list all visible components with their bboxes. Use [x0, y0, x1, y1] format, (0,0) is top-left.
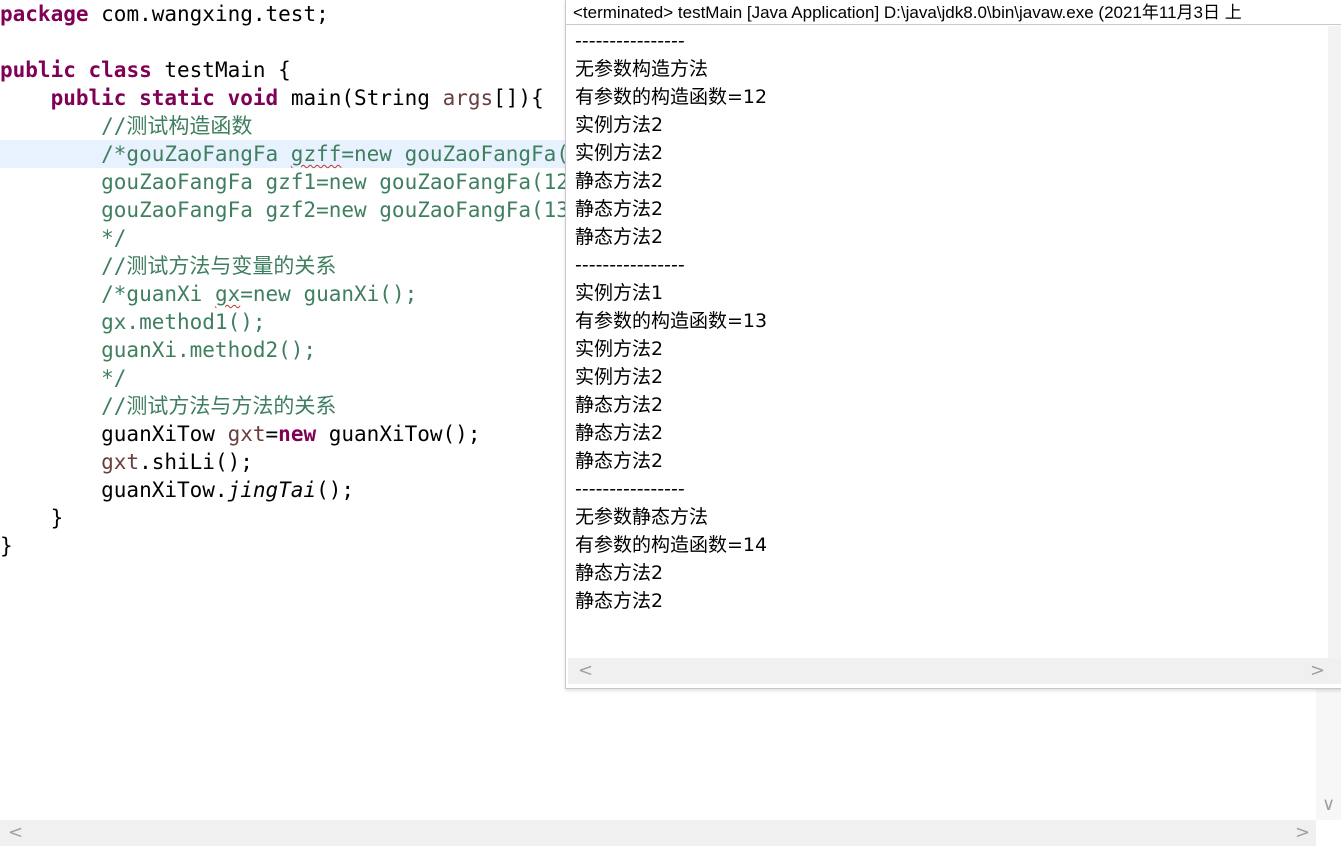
scroll-right-icon[interactable]: >: [1310, 658, 1325, 684]
code-token: //测试构造函数: [0, 114, 253, 138]
console-line: 静态方法2: [575, 226, 664, 248]
code-token: class: [88, 58, 152, 82]
console-output[interactable]: ---------------- 无参数构造方法有参数的构造函数=12 实例方法2 实…: [568, 26, 1328, 658]
code-token: =new guanXi();: [240, 282, 418, 306]
code-line[interactable]: package com.wangxing.test;: [0, 0, 329, 28]
console-view: <terminated> testMain [Java Application]…: [565, 0, 1341, 689]
code-line[interactable]: gxt.shiLi();: [0, 448, 253, 476]
code-line[interactable]: public class testMain {: [0, 56, 291, 84]
code-token: guanXiTow();: [316, 422, 481, 446]
console-line: 静态方法2: [575, 394, 664, 416]
code-token: ();: [316, 478, 355, 502]
console-line: 实例方法2: [575, 142, 664, 164]
code-token: .shiLi();: [139, 450, 253, 474]
code-line[interactable]: */: [0, 224, 126, 252]
console-line: ----------------: [575, 254, 685, 276]
code-token: //测试方法与方法的关系: [0, 394, 337, 418]
code-token: new: [278, 422, 317, 446]
scroll-right-icon[interactable]: >: [1295, 820, 1310, 846]
scroll-left-icon[interactable]: <: [8, 820, 23, 846]
console-vertical-scrollbar[interactable]: [1328, 26, 1341, 658]
code-line[interactable]: */: [0, 364, 126, 392]
code-token: guanXiTow: [0, 422, 228, 446]
code-token: =new gouZaoFangFa();: [341, 142, 595, 166]
code-token: gzff: [290, 142, 342, 166]
code-token: //测试方法与变量的关系: [0, 254, 337, 278]
console-line: 实例方法2: [575, 338, 664, 360]
console-line: 无参数静态方法: [575, 506, 709, 528]
code-token: gx.method1();: [0, 310, 266, 334]
console-line: 有参数的构造函数=12: [575, 86, 768, 108]
console-line: 静态方法2: [575, 562, 664, 584]
code-token: */: [0, 226, 127, 250]
code-token: void: [227, 86, 279, 110]
code-token: package: [0, 2, 89, 26]
code-token: com.wangxing.test;: [88, 2, 329, 26]
editor-horizontal-scrollbar[interactable]: < >: [0, 820, 1316, 846]
code-token: testMain {: [151, 58, 291, 82]
console-line: 静态方法2: [575, 422, 664, 444]
code-token: args: [442, 86, 494, 110]
code-token: }: [0, 506, 64, 530]
console-title: <terminated> testMain [Java Application]…: [566, 0, 1341, 25]
console-line: 实例方法1: [575, 282, 664, 304]
console-line: 实例方法2: [575, 366, 664, 388]
code-line[interactable]: /*guanXi gx=new guanXi();: [0, 280, 417, 308]
scroll-left-icon[interactable]: <: [578, 658, 593, 684]
code-token: gx: [214, 282, 241, 306]
code-token: []){: [493, 86, 544, 110]
code-token: guanXiTow.: [0, 478, 228, 502]
code-line[interactable]: gouZaoFangFa gzf1=new gouZaoFangFa(12);: [0, 168, 594, 196]
code-token: gouZaoFangFa gzf2=new gouZaoFangFa(13);: [0, 198, 595, 222]
code-token: */: [0, 366, 127, 390]
code-token: }: [0, 534, 13, 558]
console-line: 静态方法2: [575, 450, 664, 472]
scroll-down-icon[interactable]: ∨: [1322, 792, 1335, 818]
code-line[interactable]: gx.method1();: [0, 308, 266, 336]
code-token: static: [139, 86, 215, 110]
code-line[interactable]: gouZaoFangFa gzf2=new gouZaoFangFa(13);: [0, 196, 594, 224]
code-line[interactable]: public static void main(String args[]){: [0, 84, 544, 112]
code-token: public: [0, 58, 76, 82]
code-line[interactable]: guanXiTow gxt=new guanXiTow();: [0, 420, 480, 448]
console-line: 实例方法2: [575, 114, 664, 136]
console-line: 静态方法2: [575, 198, 664, 220]
code-line[interactable]: //测试构造函数: [0, 112, 252, 140]
code-line[interactable]: guanXi.method2();: [0, 336, 316, 364]
code-token: gxt: [101, 450, 140, 474]
code-token: public: [50, 86, 127, 110]
console-line: 有参数的构造函数=13: [575, 310, 768, 332]
code-line[interactable]: }: [0, 504, 64, 532]
code-line[interactable]: //测试方法与方法的关系: [0, 392, 336, 420]
scrollbar-corner: [1328, 658, 1341, 684]
code-token: main(String: [278, 86, 443, 110]
console-line: 无参数构造方法: [575, 58, 709, 80]
console-line: ----------------: [575, 478, 685, 500]
code-line[interactable]: }: [0, 532, 13, 560]
code-token: gouZaoFangFa gzf1=new gouZaoFangFa(12);: [0, 170, 595, 194]
console-line: ----------------: [575, 30, 685, 52]
code-token: /*guanXi: [0, 282, 215, 306]
console-line: 有参数的构造函数=14: [575, 534, 768, 556]
code-line[interactable]: guanXiTow.jingTai();: [0, 476, 354, 504]
code-token: /*gouZaoFangFa: [0, 142, 291, 166]
code-token: gxt: [227, 422, 266, 446]
code-token: =: [265, 422, 279, 446]
console-line: 静态方法2: [575, 590, 664, 612]
console-horizontal-scrollbar[interactable]: < >: [568, 658, 1328, 684]
code-token: jingTai: [227, 478, 317, 502]
code-line[interactable]: //测试方法与变量的关系: [0, 252, 336, 280]
code-token: guanXi.method2();: [0, 338, 317, 362]
console-line: 静态方法2: [575, 170, 664, 192]
